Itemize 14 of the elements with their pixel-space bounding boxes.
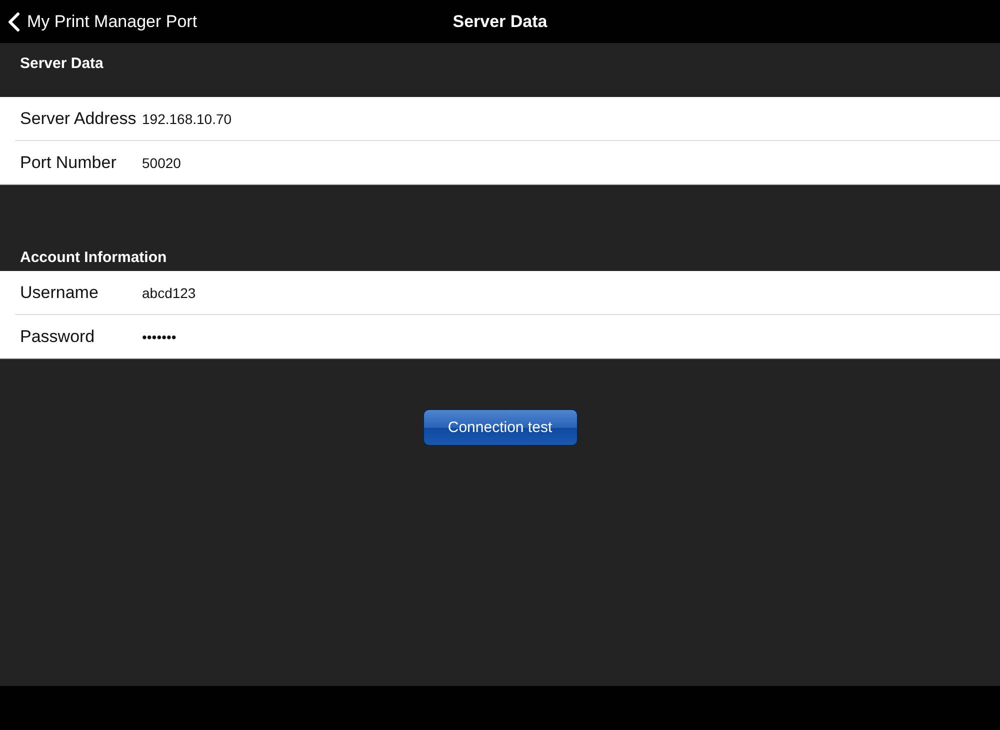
section-header: Server Data (19, 54, 104, 74)
input-field[interactable]: 192.168.10.70 (142, 110, 1000, 126)
section-header: Account Information (19, 248, 168, 268)
input-field[interactable]: abcd123 (142, 284, 1000, 300)
back-button[interactable]: My Print Manager Port (0, 0, 198, 43)
field-label: Port Number (20, 152, 118, 172)
field-label: Password (20, 326, 96, 346)
chevron-left-icon (8, 12, 20, 32)
field-label: Username (20, 282, 100, 302)
screen-title: Server Data (452, 12, 548, 32)
input-field[interactable]: ••••••• (142, 328, 1000, 344)
input-field[interactable]: 50020 (142, 154, 1000, 170)
field-label: Server Address (20, 108, 138, 128)
connection-test-button[interactable]: Connection test (422, 409, 578, 446)
